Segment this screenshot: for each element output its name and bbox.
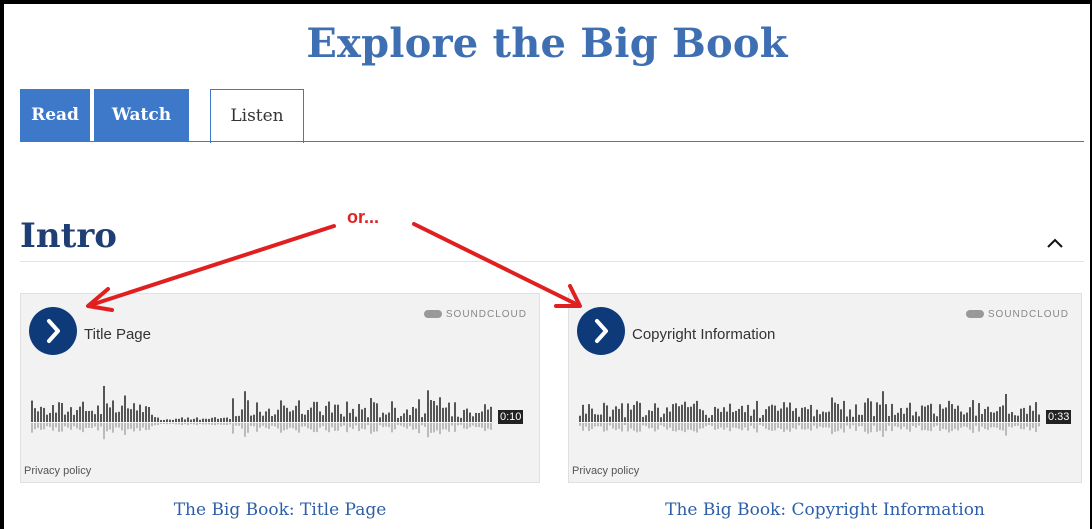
annotation-or-label: or...	[347, 207, 380, 227]
page-frame: Explore the Big Book Read Watch Listen I…	[4, 4, 1090, 529]
annotation-arrows	[86, 222, 582, 312]
